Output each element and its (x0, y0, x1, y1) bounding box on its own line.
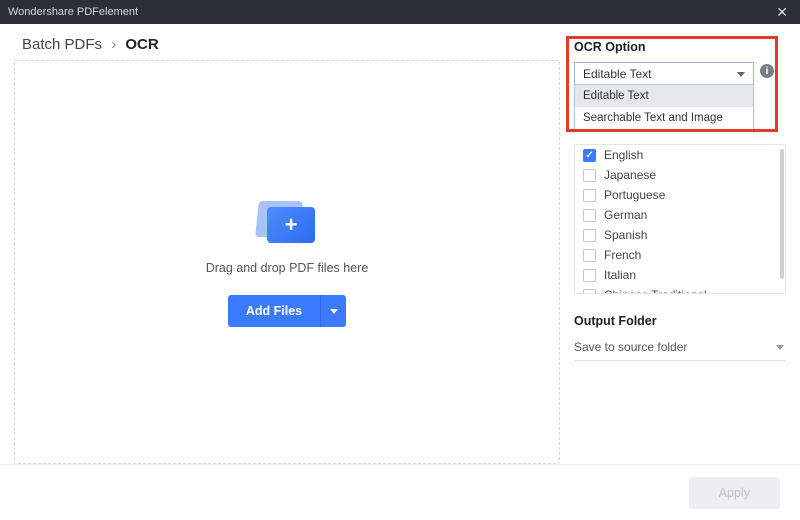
checkbox[interactable] (583, 189, 596, 202)
output-folder-selected: Save to source folder (574, 340, 687, 354)
add-files-more-button[interactable] (320, 295, 346, 327)
apply-button: Apply (689, 477, 780, 509)
chevron-down-icon (737, 72, 745, 77)
checkbox[interactable] (583, 289, 596, 295)
language-label: Chinese Traditional (604, 288, 707, 294)
language-item[interactable]: French (575, 245, 785, 265)
chevron-down-icon (330, 309, 338, 314)
options-panel: OCR Option Editable Text i Editable Text… (574, 40, 786, 464)
language-item[interactable]: ✓ English (575, 145, 785, 165)
checkbox[interactable] (583, 269, 596, 282)
checkbox[interactable] (583, 169, 596, 182)
output-folder-select[interactable]: Save to source folder (574, 336, 786, 361)
language-item[interactable]: Chinese Traditional (575, 285, 785, 294)
checkbox[interactable] (583, 229, 596, 242)
language-label: English (604, 148, 643, 162)
breadcrumb-separator: › (111, 36, 116, 53)
language-label: Japanese (604, 168, 656, 182)
output-folder-label: Output Folder (574, 314, 786, 328)
ocr-option-item-editable[interactable]: Editable Text (575, 85, 753, 107)
ocr-option-dropdown: Editable Text Searchable Text and Image (574, 84, 754, 130)
language-item[interactable]: German (575, 205, 785, 225)
info-icon[interactable]: i (760, 64, 774, 78)
ocr-option-select[interactable]: Editable Text (574, 62, 754, 86)
breadcrumb: Batch PDFs › OCR (22, 36, 159, 53)
language-label: German (604, 208, 647, 222)
add-files-button[interactable]: Add Files (228, 295, 320, 327)
file-dropzone[interactable]: + Drag and drop PDF files here Add Files (14, 60, 560, 464)
ocr-option-label: OCR Option (574, 40, 786, 54)
language-label: Spanish (604, 228, 647, 242)
language-item[interactable]: Italian (575, 265, 785, 285)
scrollbar[interactable] (780, 149, 784, 279)
language-label: French (604, 248, 641, 262)
ocr-option-item-searchable[interactable]: Searchable Text and Image (575, 107, 753, 129)
ocr-option-selected: Editable Text (583, 67, 652, 81)
language-item[interactable]: Spanish (575, 225, 785, 245)
checkbox[interactable]: ✓ (583, 149, 596, 162)
language-label: Portuguese (604, 188, 665, 202)
language-label: Italian (604, 268, 636, 282)
breadcrumb-parent[interactable]: Batch PDFs (22, 36, 102, 53)
language-item[interactable]: Portuguese (575, 185, 785, 205)
breadcrumb-current: OCR (125, 36, 158, 53)
close-icon[interactable]: ✕ (772, 5, 792, 19)
language-list[interactable]: ✓ English Japanese Portuguese German Spanish F… (574, 144, 786, 294)
app-title: Wondershare PDFelement (8, 6, 138, 18)
dropzone-hint: Drag and drop PDF files here (206, 261, 369, 275)
add-folder-icon: + (257, 197, 317, 245)
checkbox[interactable] (583, 209, 596, 222)
dialog-footer: Apply (0, 464, 800, 520)
titlebar: Wondershare PDFelement ✕ (0, 0, 800, 24)
language-item[interactable]: Japanese (575, 165, 785, 185)
checkbox[interactable] (583, 249, 596, 262)
chevron-down-icon (776, 345, 784, 350)
